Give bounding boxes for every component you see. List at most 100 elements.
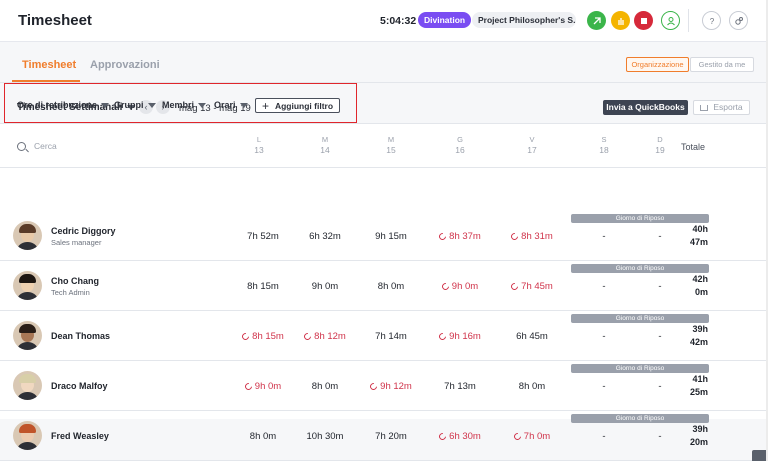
search-icon	[17, 141, 26, 151]
search-placeholder: Cerca	[34, 141, 57, 151]
time-cell[interactable]: 9h 0m	[235, 361, 291, 411]
add-filter-button[interactable]: + Aggiungi filtro	[255, 98, 340, 113]
hand-icon[interactable]	[611, 11, 630, 30]
total-minutes: 0m	[694, 287, 708, 297]
search-input[interactable]: Cerca	[17, 141, 57, 151]
time-cell[interactable]: 6h 45m	[504, 311, 560, 361]
project-badge[interactable]: Project Philosopher's S...	[472, 12, 576, 28]
member-name[interactable]: Draco Malfoy	[51, 381, 108, 391]
export-button[interactable]: Esporta	[693, 100, 750, 115]
help-icon[interactable]: ?	[702, 11, 721, 30]
day-header: D 19	[655, 135, 665, 155]
time-cell[interactable]: 7h 20m	[363, 411, 419, 461]
time-value: 8h 37m	[449, 230, 481, 242]
time-cell[interactable]: 9h 12m	[363, 361, 419, 411]
tab-timesheet[interactable]: Timesheet	[22, 59, 76, 71]
table-row[interactable]: Cho Chang Tech Admin 8h 15m 9h 0m 8h 0m 9h 0m…	[0, 261, 766, 311]
time-value: 9h 0m	[451, 280, 479, 292]
time-cell[interactable]: 8h 0m	[363, 261, 419, 311]
time-cell[interactable]: 8h 0m	[504, 361, 560, 411]
time-value: -	[602, 330, 606, 342]
day-header: M 14	[320, 135, 330, 155]
time-cell[interactable]: 7h 13m	[432, 361, 488, 411]
overtime-icon	[302, 331, 313, 341]
time-cell[interactable]: 10h 30m	[297, 411, 353, 461]
managed-by-me-toggle-button[interactable]: Gestito da me	[690, 57, 754, 72]
send-to-quickbooks-button[interactable]: Invia a QuickBooks	[603, 100, 688, 115]
time-cell[interactable]: 7h 14m	[363, 311, 419, 361]
time-cell[interactable]: 8h 15m	[235, 311, 291, 361]
total-minutes: 20m	[689, 437, 708, 447]
total-minutes: 47m	[689, 237, 708, 247]
time-cell[interactable]: 6h 30m	[432, 411, 488, 461]
time-cell[interactable]: 9h 16m	[432, 311, 488, 361]
time-value: -	[658, 430, 662, 442]
time-value: -	[658, 230, 662, 242]
tag-badge[interactable]: Divination	[418, 12, 472, 28]
member-name[interactable]: Fred Weasley	[51, 431, 109, 441]
time-cell[interactable]: 9h 15m	[363, 211, 419, 261]
overtime-icon	[512, 431, 523, 441]
time-value: 7h 14m	[375, 330, 407, 342]
time-cell[interactable]: 9h 0m	[432, 261, 488, 311]
time-cell[interactable]: 8h 31m	[504, 211, 560, 261]
time-cell[interactable]: 8h 37m	[432, 211, 488, 261]
export-icon	[700, 104, 709, 111]
table-row[interactable]: Fred Weasley 8h 0m 10h 30m 7h 20m 6h 30m 7h 0…	[0, 411, 766, 461]
member-name[interactable]: Cedric Diggory	[51, 226, 116, 236]
day-header: M 15	[386, 135, 396, 155]
rest-day-badge: Giorno di Riposo	[571, 364, 709, 373]
day-header: G 16	[455, 135, 465, 155]
chevron-down-icon	[198, 102, 207, 108]
member-role: Sales manager	[51, 238, 102, 247]
time-cell[interactable]: 8h 12m	[297, 311, 353, 361]
settings-icon[interactable]	[729, 11, 748, 30]
svg-text:?: ?	[709, 17, 714, 26]
filter-label: Membri	[162, 100, 195, 110]
time-value: 9h 15m	[375, 230, 407, 242]
overtime-icon	[368, 381, 379, 391]
chevron-down-icon	[101, 102, 110, 108]
table-row[interactable]: Draco Malfoy 9h 0m 8h 0m 9h 12m 7h 13m 8h 0m -…	[0, 361, 766, 411]
time-value: 6h 30m	[449, 430, 481, 442]
avatar	[13, 221, 42, 250]
time-cell[interactable]: 8h 15m	[235, 261, 291, 311]
filter-label: Ore di retribuzione	[17, 100, 98, 110]
time-cell[interactable]: 8h 0m	[235, 411, 291, 461]
filter-label: Gruppi	[114, 100, 144, 110]
time-cell[interactable]: 7h 52m	[235, 211, 291, 261]
time-value: -	[602, 430, 606, 442]
running-timer[interactable]: 5:04:32	[380, 15, 416, 27]
filter-schedules[interactable]: Orari	[214, 100, 248, 110]
filter-pay-hours[interactable]: Ore di retribuzione	[17, 100, 110, 110]
total-minutes: 42m	[689, 337, 708, 347]
time-value: 8h 12m	[314, 330, 346, 342]
org-toggle-button[interactable]: Organizzazione	[626, 57, 689, 72]
user-icon[interactable]	[661, 11, 680, 30]
time-cell[interactable]: 7h 0m	[504, 411, 560, 461]
table-row[interactable]: Dean Thomas 8h 15m 8h 12m 7h 14m 9h 16m 6h 45…	[0, 311, 766, 361]
time-cell[interactable]: 9h 0m	[297, 261, 353, 311]
filter-members[interactable]: Membri	[162, 100, 207, 110]
time-cell[interactable]: 6h 32m	[297, 211, 353, 261]
time-cell[interactable]: 8h 0m	[297, 361, 353, 411]
filter-groups[interactable]: Gruppi	[114, 100, 156, 110]
rest-day-badge: Giorno di Riposo	[571, 214, 709, 223]
stop-icon[interactable]	[634, 11, 653, 30]
avatar	[13, 321, 42, 350]
time-value: -	[658, 380, 662, 392]
time-value: 8h 0m	[377, 280, 405, 292]
member-name[interactable]: Cho Chang	[51, 276, 99, 286]
plus-icon: +	[261, 98, 269, 113]
time-value: -	[602, 280, 606, 292]
tab-approvazioni[interactable]: Approvazioni	[90, 59, 160, 71]
scroll-handle[interactable]	[752, 450, 766, 461]
table-row[interactable]: Cedric Diggory Sales manager 7h 52m 6h 32m 9…	[0, 211, 766, 261]
time-cell[interactable]: 7h 45m	[504, 261, 560, 311]
time-value: 8h 0m	[311, 380, 339, 392]
day-header: L 13	[254, 135, 264, 155]
member-name[interactable]: Dean Thomas	[51, 331, 110, 341]
total-hours: 40h	[692, 224, 708, 234]
time-value: 8h 0m	[249, 430, 277, 442]
timer-icon[interactable]	[587, 11, 606, 30]
